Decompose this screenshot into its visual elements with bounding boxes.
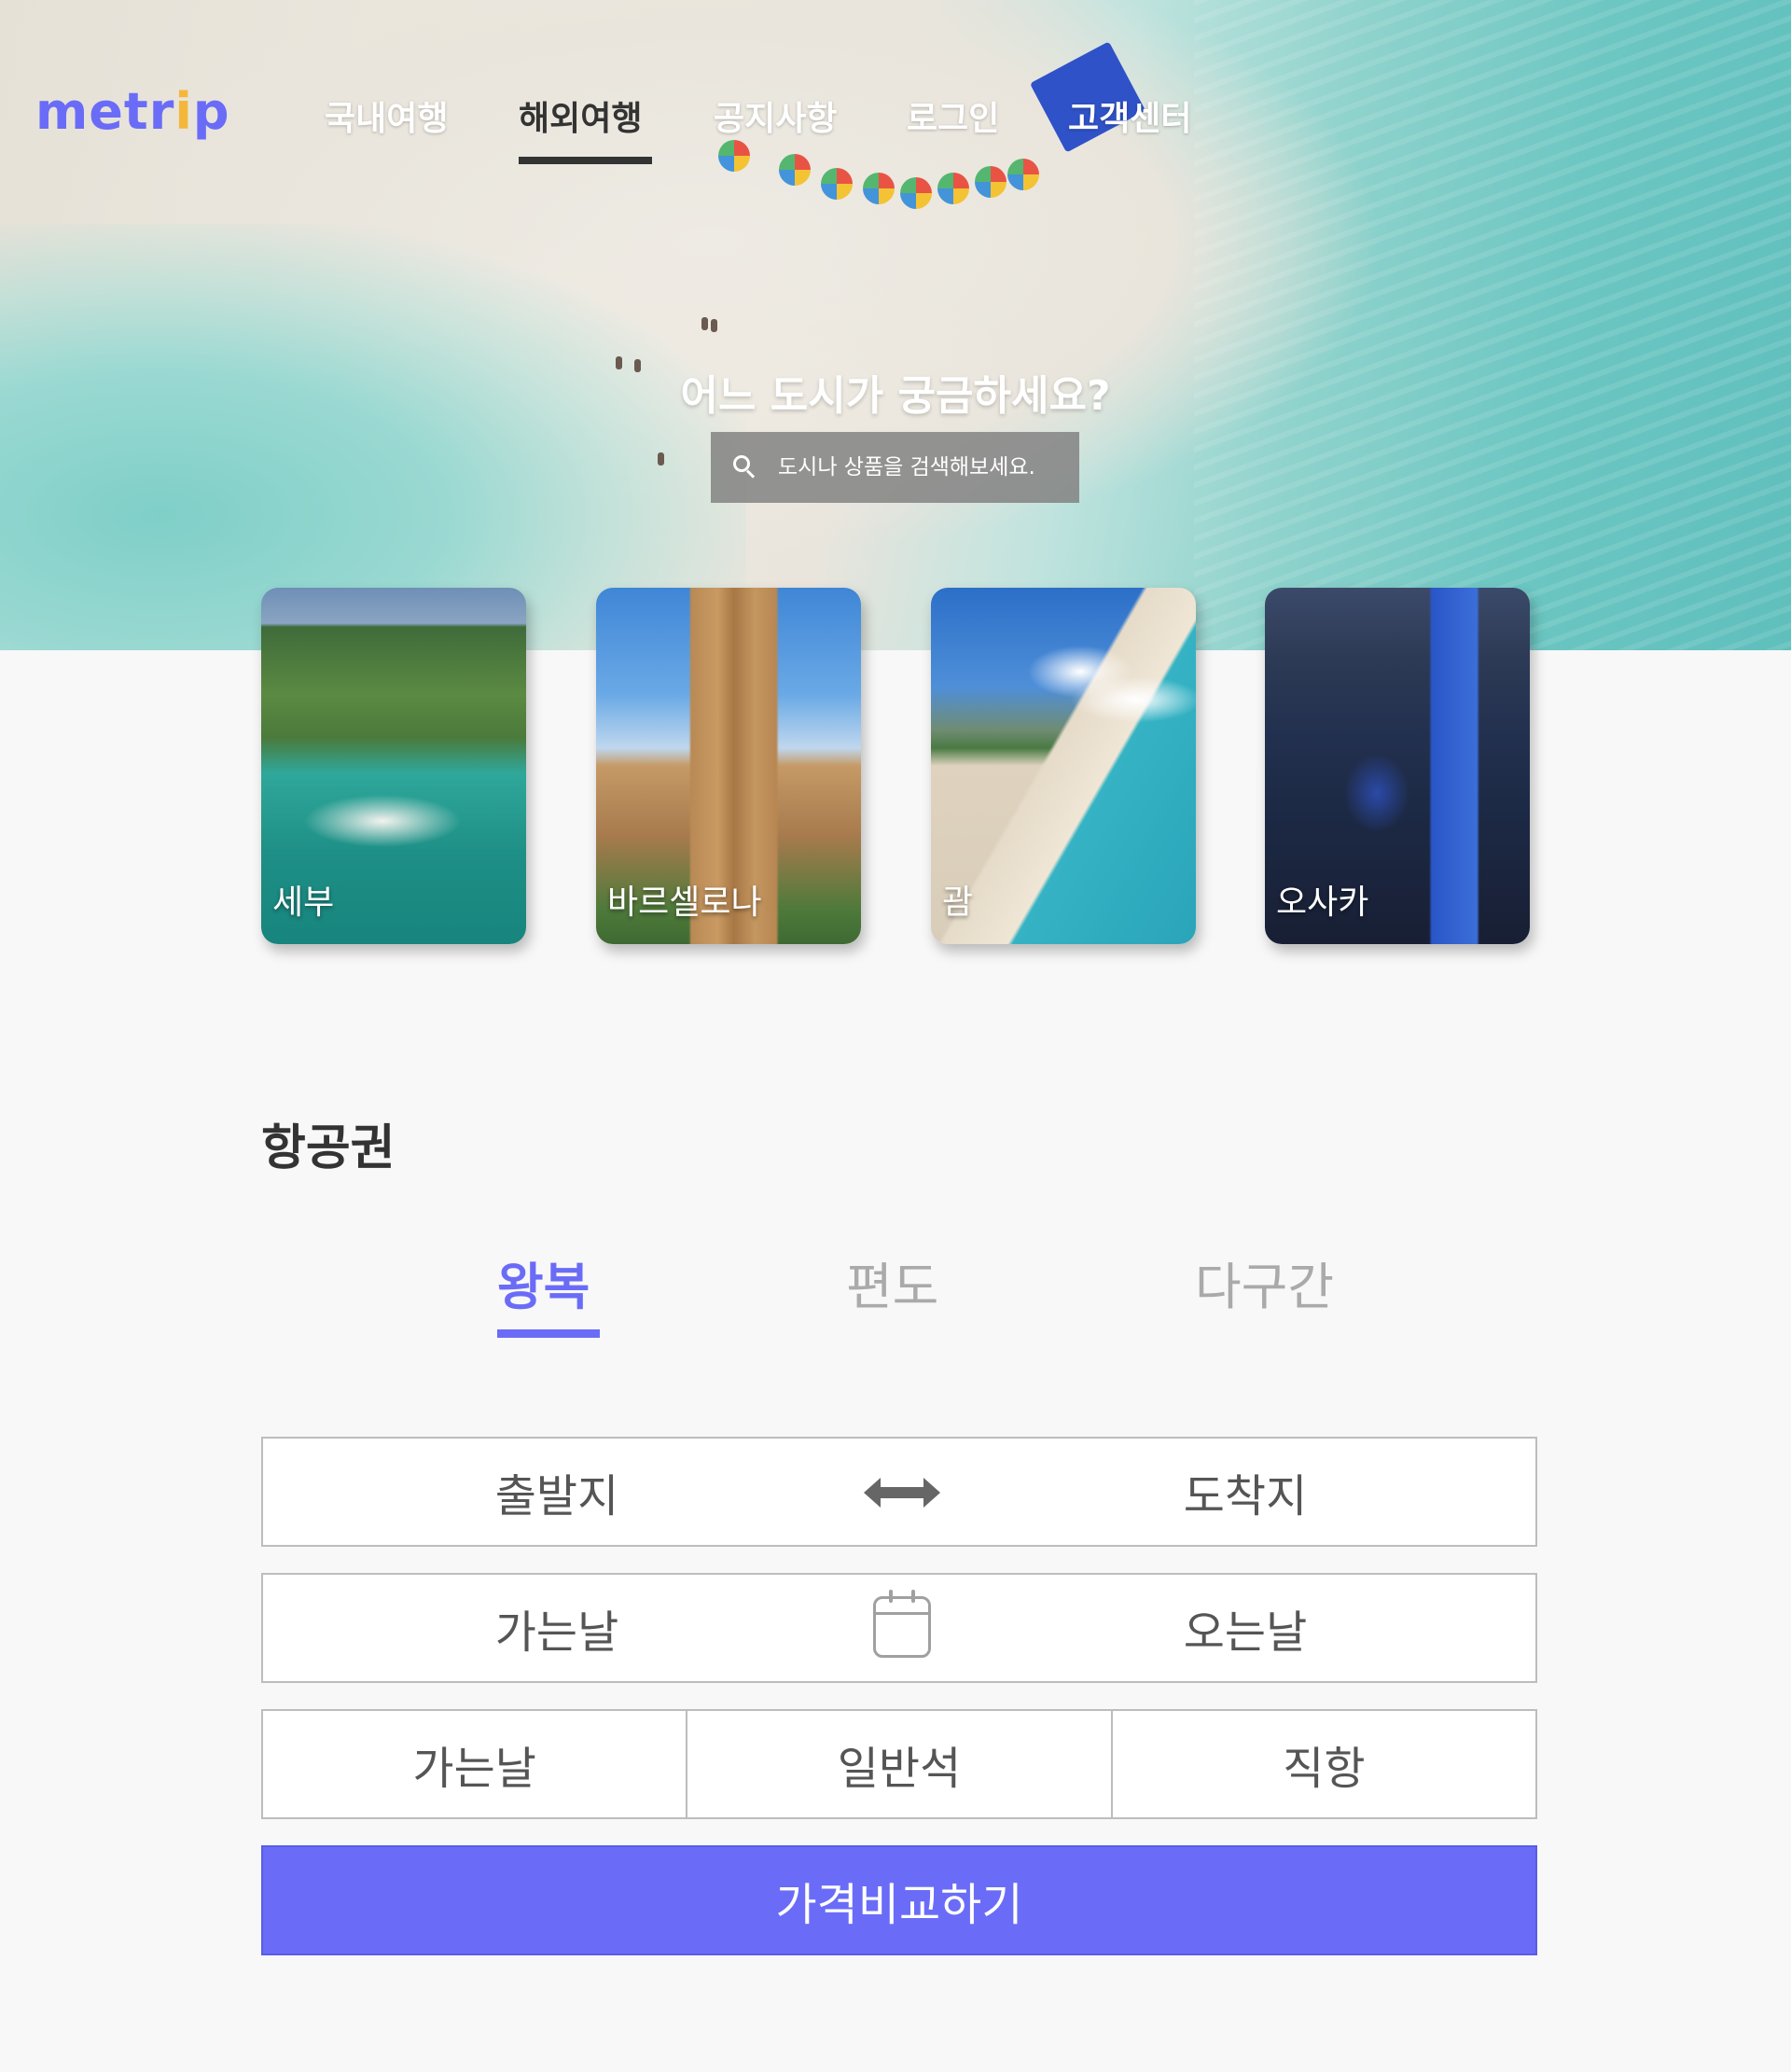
city-card-label: 오사카 bbox=[1276, 883, 1369, 922]
city-card-label: 괌 bbox=[942, 883, 974, 922]
nav-item-notice[interactable]: 공지사항 bbox=[714, 91, 837, 140]
passenger-date-select[interactable]: 가는날 bbox=[263, 1711, 686, 1817]
city-card-guam[interactable]: 괌 bbox=[931, 588, 1196, 944]
logo[interactable]: metrip bbox=[35, 82, 230, 141]
tab-round-trip[interactable]: 왕복 bbox=[497, 1245, 590, 1319]
beach-umbrella bbox=[821, 168, 853, 200]
beach-umbrella bbox=[937, 173, 969, 204]
city-card-barcelona[interactable]: 바르셀로나 bbox=[596, 588, 861, 944]
city-card-cebu[interactable]: 세부 bbox=[261, 588, 526, 944]
calendar-icon[interactable] bbox=[873, 1590, 931, 1658]
nav-item-overseas[interactable]: 해외여행 bbox=[519, 91, 642, 140]
city-card-osaka[interactable]: 오사카 bbox=[1265, 588, 1530, 944]
city-card-label: 세부 bbox=[272, 883, 335, 922]
logo-key: i bbox=[174, 82, 193, 141]
search-bar[interactable] bbox=[711, 432, 1079, 503]
city-card-label: 바르셀로나 bbox=[607, 883, 762, 922]
options-box: 가는날 일반석 직항 bbox=[261, 1709, 1537, 1819]
compare-price-button[interactable]: 가격비교하기 bbox=[261, 1845, 1537, 1955]
departure-field[interactable]: 출발지 bbox=[263, 1439, 851, 1545]
tab-active-underline bbox=[497, 1329, 600, 1338]
beach-person bbox=[658, 452, 664, 466]
arrival-field[interactable]: 도착지 bbox=[951, 1439, 1539, 1545]
hero-question: 어느 도시가 궁금하세요? bbox=[680, 372, 1111, 420]
swap-arrows-icon[interactable] bbox=[864, 1476, 940, 1509]
search-icon[interactable] bbox=[733, 455, 757, 480]
beach-umbrella bbox=[863, 173, 895, 204]
nav-item-support[interactable]: 고객센터 bbox=[1068, 91, 1191, 140]
hero-banner: metrip 국내여행 해외여행 공지사항 로그인 고객센터 어느 도시가 궁금… bbox=[0, 0, 1791, 650]
nav-item-domestic[interactable]: 국내여행 bbox=[325, 91, 448, 140]
tab-multi-city[interactable]: 다구간 bbox=[1195, 1245, 1334, 1319]
go-date-field[interactable]: 가는날 bbox=[263, 1575, 851, 1681]
beach-umbrella bbox=[779, 154, 811, 186]
route-box: 출발지 도착지 bbox=[261, 1437, 1537, 1547]
nav-active-underline bbox=[519, 157, 652, 164]
beach-person bbox=[701, 317, 708, 330]
beach-umbrella bbox=[718, 140, 750, 172]
beach-umbrella bbox=[1007, 159, 1039, 190]
section-title: 항공권 bbox=[261, 1120, 396, 1176]
seat-class-select[interactable]: 일반석 bbox=[686, 1711, 1110, 1817]
date-box: 가는날 오는날 bbox=[261, 1573, 1537, 1683]
return-date-field[interactable]: 오는날 bbox=[951, 1575, 1539, 1681]
beach-umbrella bbox=[975, 166, 1007, 198]
tab-one-way[interactable]: 편도 bbox=[846, 1245, 938, 1319]
nav-item-login[interactable]: 로그인 bbox=[907, 91, 999, 140]
beach-umbrella bbox=[900, 177, 932, 209]
direct-flight-select[interactable]: 직항 bbox=[1110, 1711, 1535, 1817]
beach-person bbox=[711, 319, 717, 332]
search-input[interactable] bbox=[778, 455, 1058, 480]
